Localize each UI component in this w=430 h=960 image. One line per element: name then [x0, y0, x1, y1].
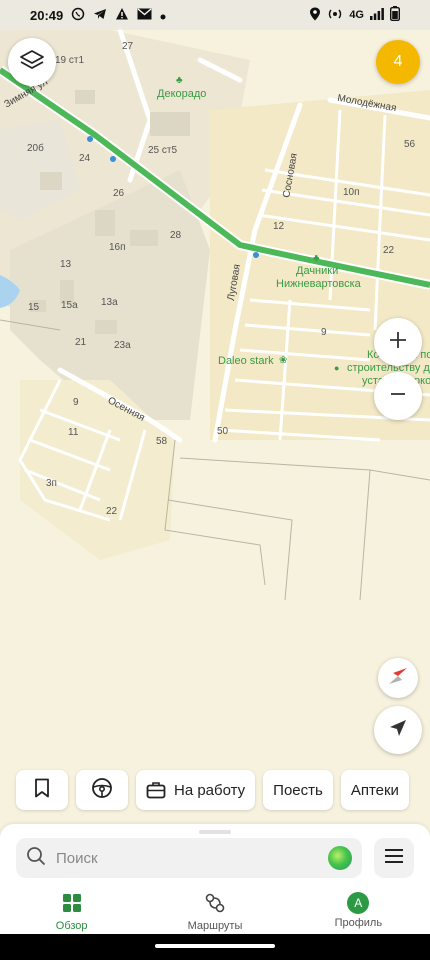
warning-icon	[115, 7, 129, 24]
network-label: 4G	[349, 9, 364, 21]
zoom-in-button[interactable]	[374, 318, 422, 366]
nav-profile-label: Профиль	[334, 917, 383, 929]
map-view[interactable]: 27 19 ст1 20б 24 25 ст5 26 28 16п 13 13а…	[0, 0, 430, 830]
viber-icon	[71, 7, 85, 24]
compass-icon	[387, 665, 409, 692]
avatar: А	[347, 892, 370, 914]
briefcase-icon	[146, 781, 166, 799]
notification-badge[interactable]: 4	[376, 40, 420, 84]
menu-button[interactable]	[374, 838, 414, 878]
sheet-handle[interactable]	[199, 830, 231, 834]
poi-icon-dachniki[interactable]: ♣	[313, 252, 320, 265]
nav-overview-label: Обзор	[55, 920, 88, 932]
poi-label-dekorado[interactable]: Декорадо	[157, 88, 206, 101]
poi-icon-dekorado[interactable]: ♣	[176, 74, 183, 87]
house-number: 23а	[114, 340, 131, 351]
house-number: 15а	[61, 300, 78, 311]
house-number: 28	[170, 230, 182, 241]
my-location-button[interactable]	[374, 706, 422, 754]
drive-chip[interactable]	[76, 770, 128, 810]
nav-overview[interactable]: Обзор	[0, 888, 143, 934]
house-number: 56	[404, 139, 416, 150]
minus-icon	[388, 384, 408, 409]
house-number: 25 ст5	[148, 145, 178, 156]
nav-routes-label: Маршруты	[187, 920, 243, 932]
house-number: 58	[156, 436, 168, 447]
email-icon	[137, 8, 152, 23]
nav-routes[interactable]: Маршруты	[143, 888, 286, 934]
paw-icon: ❀	[279, 355, 288, 366]
signal-icon	[370, 7, 384, 23]
house-number: 50	[217, 426, 229, 437]
house-number: 19 ст1	[55, 55, 85, 66]
steering-wheel-icon	[91, 777, 113, 803]
eat-label: Поесть	[273, 781, 323, 799]
to-work-label: На работу	[174, 781, 246, 799]
house-number: 22	[106, 506, 118, 517]
house-number: 15	[28, 302, 40, 313]
bottom-sheet: Поиск Обзор Маршруты А Профиль	[0, 824, 430, 934]
layers-button[interactable]	[8, 38, 56, 86]
house-number: 11	[68, 427, 79, 438]
house-number: 16п	[109, 242, 126, 253]
house-number: 3п	[46, 478, 57, 489]
poi-label-dachniki-2[interactable]: Нижневартовска	[276, 278, 361, 291]
house-number: 10п	[343, 187, 360, 198]
house-number: 22	[383, 245, 395, 256]
location-icon	[309, 7, 321, 24]
status-time: 20:49	[30, 7, 64, 23]
battery-icon	[389, 6, 401, 24]
navigation-arrow-icon	[387, 717, 409, 744]
grid-icon	[61, 892, 83, 917]
compass-button[interactable]	[378, 658, 418, 698]
quick-actions-bar: На работу Поесть Аптеки	[16, 770, 409, 810]
telegram-icon	[93, 7, 107, 24]
pharmacies-chip[interactable]: Аптеки	[340, 770, 409, 810]
house-number: 9	[321, 327, 327, 338]
house-number: 20б	[27, 143, 44, 154]
routes-icon	[204, 892, 226, 917]
bookmarks-chip[interactable]	[16, 770, 68, 810]
layers-icon	[19, 47, 45, 78]
eat-chip[interactable]: Поесть	[263, 770, 333, 810]
poi-label-dachniki[interactable]: Дачники	[296, 265, 338, 278]
house-number: 13а	[101, 297, 118, 308]
poi-icon-company[interactable]: ●	[334, 362, 339, 375]
house-number: 21	[75, 337, 87, 348]
house-number: 26	[113, 188, 125, 199]
dot-icon	[160, 8, 166, 23]
house-number: 24	[79, 153, 91, 164]
status-bar: 20:49 4G	[0, 0, 430, 30]
home-gesture-handle[interactable]	[155, 944, 275, 948]
zoom-out-button[interactable]	[374, 372, 422, 420]
voice-assistant-icon[interactable]	[328, 846, 352, 870]
house-number: 27	[122, 41, 134, 52]
search-icon	[26, 846, 46, 871]
nav-profile[interactable]: А Профиль	[287, 888, 430, 934]
system-navigation-bar	[0, 934, 430, 960]
to-work-chip[interactable]: На работу	[136, 770, 256, 810]
hotspot-icon	[327, 7, 343, 24]
house-number: 12	[273, 221, 285, 232]
search-placeholder: Поиск	[56, 849, 98, 867]
pharmacies-label: Аптеки	[350, 781, 399, 799]
house-number: 13	[60, 259, 72, 270]
bottom-navigation: Обзор Маршруты А Профиль	[0, 888, 430, 934]
bookmark-icon	[33, 778, 51, 802]
plus-icon	[388, 330, 408, 355]
menu-icon	[384, 848, 404, 869]
map-canvas	[0, 0, 430, 830]
poi-label-daleo[interactable]: Daleo stark	[218, 355, 274, 368]
search-input[interactable]: Поиск	[16, 838, 362, 878]
house-number: 9	[73, 397, 79, 408]
